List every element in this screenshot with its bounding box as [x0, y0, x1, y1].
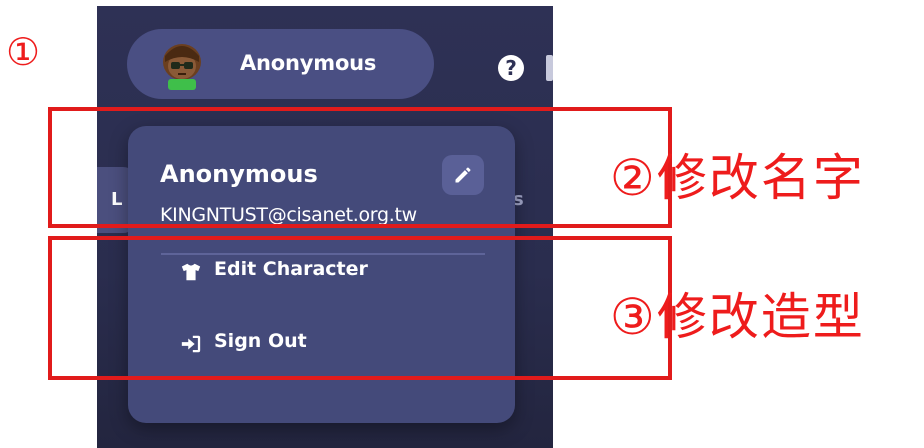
annotation-box-edit-name	[48, 107, 672, 228]
annotation-step-1: ①	[6, 30, 41, 74]
annotation-step-2: ②修改名字	[610, 149, 865, 207]
avatar	[163, 44, 201, 90]
question-circle-icon[interactable]: ?	[498, 55, 524, 81]
annotation-step-3: ③修改造型	[610, 288, 865, 346]
profile-name: Anonymous	[240, 51, 377, 75]
annotation-box-edit-character	[48, 236, 672, 380]
header-edge-fragment	[546, 55, 553, 81]
